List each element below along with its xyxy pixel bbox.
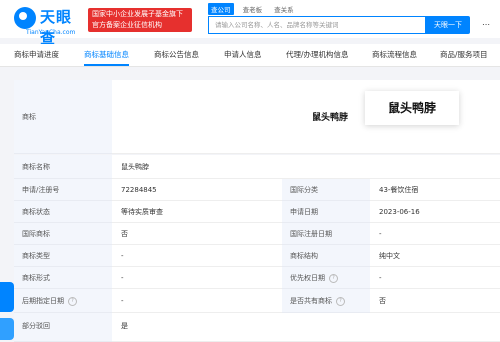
label-co-owned-text: 是否共有商标: [290, 297, 332, 305]
promo-line-1: 国家中小企业发展子基金旗下: [92, 10, 183, 18]
label-trademark-form: 商标形式: [14, 267, 112, 289]
label-application-date: 申请日期: [282, 201, 370, 223]
logo-subtext: TianYanCha.com: [26, 29, 76, 36]
section-tabs: 商标申请进度 商标基础信息 商标公告信息 申请人信息 代理/办理机构信息 商标流…: [0, 44, 500, 67]
value-priority-date: -: [370, 267, 500, 289]
value-trademark-type: -: [112, 245, 282, 267]
tab-goods-services[interactable]: 商品/服务项目: [440, 44, 500, 66]
label-registration-number: 申请/注册号: [14, 179, 112, 201]
value-application-date: 2023-06-16: [370, 201, 500, 223]
label-partial-rejection: 部分驳回: [14, 313, 112, 342]
label-later-designation-date-text: 后期指定日期: [22, 297, 64, 305]
value-registration-number: 72284845: [112, 179, 282, 201]
value-trademark-name: 鼠头鸭脖: [112, 155, 500, 179]
tab-applicant-info[interactable]: 申请人信息: [224, 44, 262, 66]
label-priority-date: 优先权日期?: [282, 267, 370, 289]
label-international-registration-date: 国际注册日期: [282, 223, 370, 245]
tab-announcement-info[interactable]: 商标公告信息: [154, 44, 199, 66]
label-international-class: 国际分类: [282, 179, 370, 201]
label-trademark-structure: 商标结构: [282, 245, 370, 267]
promo-line-2: 官方备案企业征信机构: [92, 21, 162, 29]
label-trademark-type: 商标类型: [14, 245, 112, 267]
search-tab-boss[interactable]: 查老板: [240, 3, 266, 15]
search-input[interactable]: 请输入公司名称、人名、品牌名称等关键词: [208, 16, 426, 34]
label-co-owned: 是否共有商标?: [282, 289, 370, 313]
tab-agent-info[interactable]: 代理/办理机构信息: [286, 44, 349, 66]
trademark-label: 商标: [14, 80, 112, 154]
floating-service-icon[interactable]: [0, 318, 14, 340]
top-bar: 天眼查 TianYanCha.com 国家中小企业发展子基金旗下 官方备案企业征…: [0, 0, 500, 47]
value-trademark-structure: 纯中文: [370, 245, 500, 267]
logo[interactable]: 天眼查 TianYanCha.com: [14, 7, 86, 47]
label-trademark-status: 商标状态: [14, 201, 112, 223]
promo-badge: 国家中小企业发展子基金旗下 官方备案企业征信机构: [88, 8, 192, 32]
label-priority-date-text: 优先权日期: [290, 274, 325, 282]
tab-basic-info[interactable]: 商标基础信息: [84, 44, 129, 66]
help-icon[interactable]: ?: [329, 273, 338, 283]
value-partial-rejection: 是: [112, 313, 500, 342]
value-international-trademark: 否: [112, 223, 282, 245]
trademark-image[interactable]: 鼠头鸭脖: [300, 105, 360, 131]
search-type-tabs: 查公司 查老板 查关系: [208, 3, 301, 15]
value-co-owned: 否: [370, 289, 500, 313]
value-later-designation-date: -: [112, 289, 282, 313]
value-trademark-form: -: [112, 267, 282, 289]
label-later-designation-date: 后期指定日期?: [14, 289, 112, 313]
label-trademark-name: 商标名称: [14, 155, 112, 179]
floating-assistant-icon[interactable]: [0, 282, 14, 312]
label-international-trademark: 国际商标: [14, 223, 112, 245]
value-international-class: 43-餐饮住宿: [370, 179, 500, 201]
search-button[interactable]: 天眼一下: [426, 16, 470, 34]
tab-application-progress[interactable]: 商标申请进度: [14, 44, 59, 66]
tab-process-info[interactable]: 商标流程信息: [372, 44, 417, 66]
logo-text: 天眼查: [40, 8, 73, 47]
search-tab-company[interactable]: 查公司: [208, 3, 234, 15]
more-icon[interactable]: ⋯: [482, 20, 490, 29]
help-icon[interactable]: ?: [336, 296, 345, 306]
trademark-image-preview: 鼠头鸭脖: [365, 91, 459, 125]
value-trademark-status: 等待实质审查: [112, 201, 282, 223]
search-tab-relation[interactable]: 查关系: [271, 3, 297, 15]
value-international-registration-date: -: [370, 223, 500, 245]
help-icon[interactable]: ?: [68, 296, 77, 306]
logo-eye-icon: [14, 7, 36, 29]
